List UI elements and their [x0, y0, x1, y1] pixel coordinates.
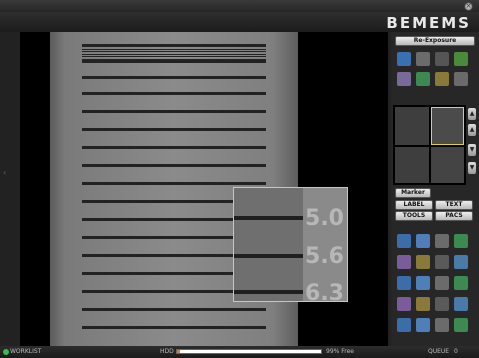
tool-panel: Re-Exposure ▲ ▲ ▼ ▼ Marker LABEL TEXT TO…	[391, 32, 479, 346]
hdd-label: HDD	[160, 348, 174, 355]
zoom-bar	[234, 290, 303, 294]
image-icon[interactable]	[397, 276, 411, 290]
stack-icon[interactable]	[435, 276, 449, 290]
phantom-line	[82, 76, 266, 79]
thumbnail[interactable]	[395, 107, 429, 145]
phantom-line	[82, 92, 266, 95]
phantom-line	[82, 53, 266, 55]
tag-icon[interactable]	[416, 318, 430, 332]
zoom-window[interactable]: 5.0 5.6 6.3	[233, 187, 348, 302]
ruler-icon[interactable]	[416, 52, 430, 66]
zoom-label: 5.0	[305, 206, 344, 231]
bucket-icon[interactable]	[454, 72, 468, 86]
phantom-line	[82, 326, 266, 329]
brightness-icon[interactable]	[397, 297, 411, 311]
phantom-line	[82, 128, 266, 131]
phantom-line	[82, 56, 266, 57]
thumbnail-selected[interactable]	[431, 107, 464, 145]
layout-grid-icon[interactable]	[397, 234, 411, 248]
phantom-line	[82, 58, 266, 60]
hand-icon[interactable]	[397, 318, 411, 332]
contrast-icon[interactable]	[435, 72, 449, 86]
hdd-progress-fill	[177, 350, 180, 353]
zoom-label: 6.3	[305, 281, 344, 302]
label-button[interactable]: LABEL	[395, 200, 433, 210]
flip-icon[interactable]	[416, 72, 430, 86]
tools-button[interactable]: TOOLS	[395, 211, 433, 221]
pacs-button[interactable]: PACS	[435, 211, 473, 221]
refresh-icon[interactable]	[454, 234, 468, 248]
phantom-line	[82, 46, 266, 47]
phantom-line	[82, 51, 266, 52]
scroll-down-icon[interactable]: ▼	[468, 162, 476, 174]
zoom-bar	[234, 254, 303, 258]
layout-split-icon[interactable]	[416, 234, 430, 248]
photo-icon[interactable]	[416, 276, 430, 290]
erase-icon[interactable]	[435, 297, 449, 311]
user-icon[interactable]	[454, 255, 468, 269]
text-button[interactable]: TEXT	[435, 200, 473, 210]
pen-icon[interactable]	[454, 52, 468, 66]
thumbnail[interactable]	[431, 147, 464, 183]
phantom-line	[82, 164, 266, 167]
queue-value: 0	[454, 348, 458, 355]
app-window: × BEMEMS 5.0 5.6 6.3 ‹ Re-Exposure ▲ ▲ ▼…	[0, 0, 479, 358]
status-dot-icon	[3, 349, 9, 355]
thumbnail[interactable]	[395, 147, 429, 183]
scroll-down-icon[interactable]: ▼	[468, 144, 476, 156]
phantom-line	[82, 60, 266, 63]
zoom-in-icon[interactable]	[397, 255, 411, 269]
re-exposure-button[interactable]: Re-Exposure	[395, 36, 475, 46]
book-icon[interactable]	[454, 276, 468, 290]
phantom-line	[82, 110, 266, 113]
status-bar: WORKLIST HDD 99% Free QUEUE 0	[0, 346, 479, 358]
zoom-label: 5.6	[305, 244, 344, 269]
arrow-icon[interactable]	[435, 318, 449, 332]
side-marker: ‹	[3, 168, 7, 177]
queue-label: QUEUE	[428, 348, 450, 355]
brand-logo: BEMEMS	[386, 14, 471, 32]
phantom-line	[82, 308, 266, 311]
worklist-link[interactable]: WORKLIST	[10, 348, 41, 355]
thumbnail-panel[interactable]	[393, 105, 466, 185]
zoom-bar	[234, 216, 303, 220]
check-icon[interactable]	[454, 297, 468, 311]
hdd-free-text: 99% Free	[326, 348, 354, 355]
brand-bar: BEMEMS	[0, 12, 479, 32]
image-viewer[interactable]: 5.0 5.6 6.3	[20, 32, 388, 346]
phantom-line	[82, 48, 266, 50]
scroll-up-icon[interactable]: ▲	[468, 108, 476, 120]
palette-icon[interactable]	[416, 297, 430, 311]
marker-button[interactable]: Marker	[395, 188, 431, 198]
phantom-line	[82, 146, 266, 149]
search-icon[interactable]	[416, 255, 430, 269]
scroll-up-icon[interactable]: ▲	[468, 124, 476, 136]
rotate-icon[interactable]	[397, 72, 411, 86]
layout-quad-icon[interactable]	[435, 234, 449, 248]
pointer-icon[interactable]	[397, 52, 411, 66]
angle-icon[interactable]	[435, 52, 449, 66]
magnify-icon[interactable]	[435, 255, 449, 269]
export-icon[interactable]	[454, 318, 468, 332]
title-bar: ×	[0, 0, 479, 12]
close-icon[interactable]: ×	[464, 2, 473, 11]
hdd-progress	[176, 349, 322, 354]
phantom-line	[82, 182, 266, 185]
